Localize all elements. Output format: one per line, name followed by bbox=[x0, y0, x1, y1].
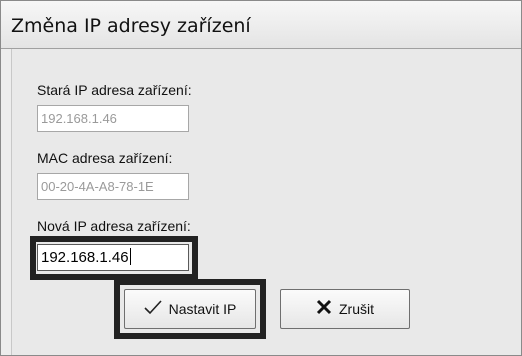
text-caret bbox=[129, 248, 131, 265]
new-ip-label: Nová IP adresa zařízení: bbox=[37, 218, 191, 234]
cancel-button[interactable]: Zrušit bbox=[280, 289, 410, 329]
cancel-label: Zrušit bbox=[339, 301, 374, 317]
set-ip-button[interactable]: Nastavit IP bbox=[124, 289, 256, 329]
dialog-window: Změna IP adresy zařízení Stará IP adresa… bbox=[0, 0, 522, 356]
old-ip-field: 192.168.1.46 bbox=[37, 105, 189, 132]
title-bar[interactable]: Změna IP adresy zařízení bbox=[1, 1, 521, 49]
dialog-content: Stará IP adresa zařízení: 192.168.1.46 M… bbox=[11, 49, 521, 355]
set-ip-label: Nastavit IP bbox=[168, 301, 237, 317]
new-ip-value: 192.168.1.46 bbox=[41, 249, 129, 266]
mac-label: MAC adresa zařízení: bbox=[37, 150, 173, 166]
new-ip-input[interactable]: 192.168.1.46 bbox=[37, 244, 189, 271]
window-title: Změna IP adresy zařízení bbox=[11, 15, 251, 37]
checkmark-icon bbox=[144, 299, 162, 319]
mac-field: 00-20-4A-A8-78-1E bbox=[37, 173, 189, 200]
old-ip-label: Stará IP adresa zařízení: bbox=[37, 82, 192, 98]
x-icon bbox=[316, 299, 332, 319]
